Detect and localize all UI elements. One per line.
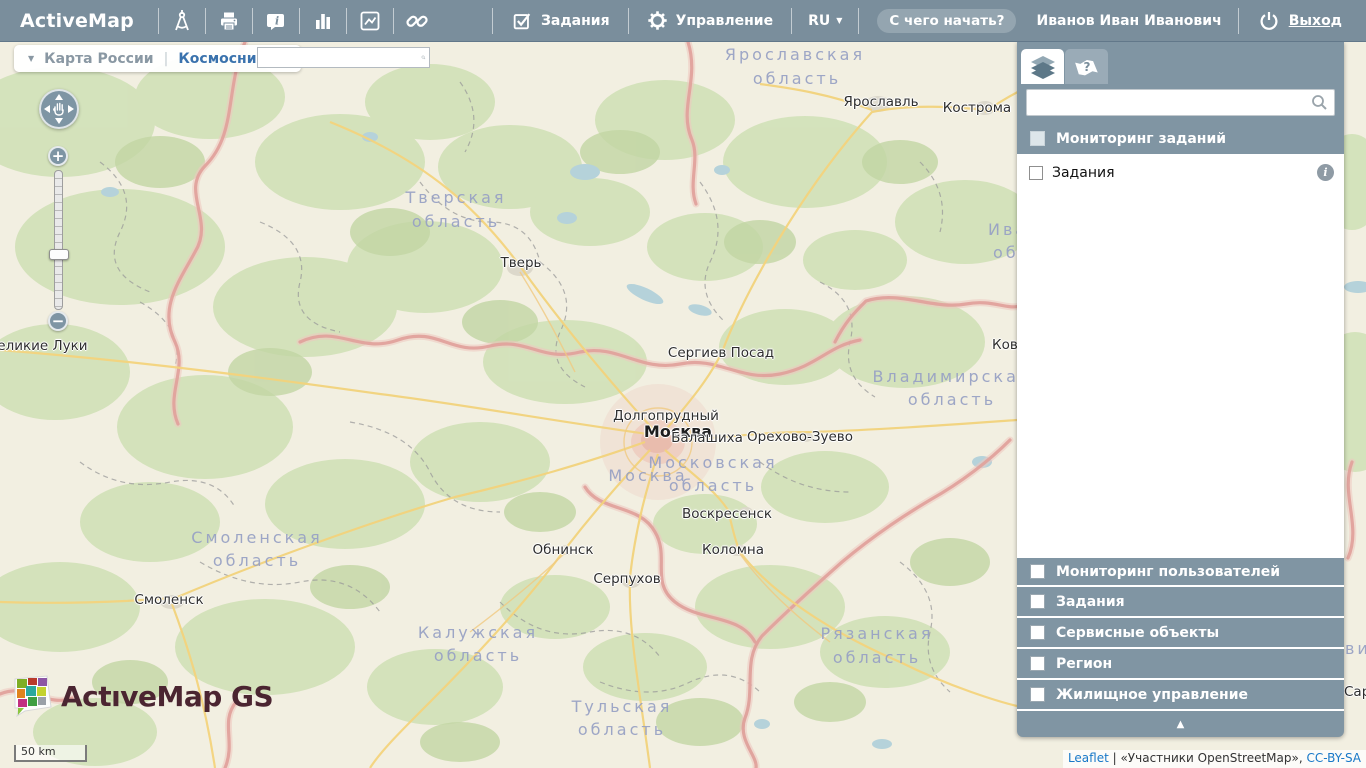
- group-label: Регион: [1056, 656, 1112, 672]
- divider: [628, 8, 629, 34]
- layer-group-header-expanded[interactable]: Мониторинг заданий: [1017, 123, 1344, 154]
- tasks-menu-button[interactable]: Задания: [495, 10, 626, 32]
- language-code: RU: [808, 13, 830, 29]
- top-header: ActiveMap i: [0, 0, 1366, 42]
- layer-group-header[interactable]: Регион: [1017, 649, 1344, 680]
- group-label: Мониторинг пользователей: [1056, 564, 1280, 580]
- layer-group-header[interactable]: Задания: [1017, 587, 1344, 618]
- activemap-gs-wordmark: ActıveMap GS: [61, 680, 273, 713]
- layer-group-header[interactable]: Жилищное управление: [1017, 680, 1344, 711]
- chevron-down-icon[interactable]: ▼: [28, 55, 34, 63]
- divider: [299, 8, 300, 34]
- sidebar-tabbar: ?: [1017, 42, 1344, 84]
- zoom-slider-handle[interactable]: [49, 249, 69, 260]
- divider: [393, 8, 394, 34]
- activemap-gs-logo: ActıveMap GS: [13, 675, 273, 717]
- divider: [346, 8, 347, 34]
- attribution-separator: |: [1109, 751, 1121, 765]
- group-checkbox[interactable]: [1030, 131, 1045, 146]
- group-label: Сервисные объекты: [1056, 625, 1219, 641]
- divider: [492, 8, 493, 34]
- bar-chart-icon: [311, 9, 335, 33]
- gear-icon: [647, 10, 668, 31]
- layer-label: Задания: [1052, 165, 1308, 181]
- group-checkbox[interactable]: [1030, 656, 1045, 671]
- compass-icon: [170, 9, 194, 33]
- layer-checkbox[interactable]: [1029, 166, 1043, 180]
- collapsed-group-list: Мониторинг пользователей Задания Сервисные…: [1017, 556, 1344, 711]
- tasks-menu-label: Задания: [541, 13, 610, 29]
- group-checkbox[interactable]: [1030, 594, 1045, 609]
- printer-icon: [217, 9, 241, 33]
- group-label: Задания: [1056, 594, 1125, 610]
- search-icon: [421, 49, 426, 66]
- divider: [252, 8, 253, 34]
- sidebar-search-wrap: [1017, 84, 1344, 123]
- group-label: Жилищное управление: [1056, 687, 1248, 703]
- info-book-icon: i: [264, 9, 288, 33]
- group-checkbox[interactable]: [1030, 564, 1045, 579]
- print-button[interactable]: [208, 0, 250, 42]
- analytics-button[interactable]: [349, 0, 391, 42]
- layer-group-header[interactable]: Мониторинг пользователей: [1017, 556, 1344, 587]
- layers-sidebar: ? Мониторинг заданий Задания i Мониторин…: [1017, 42, 1344, 737]
- link-icon: [404, 8, 430, 34]
- zoom-slider[interactable]: [54, 170, 63, 310]
- logout-label: Выход: [1289, 13, 1342, 29]
- sidebar-collapse-button[interactable]: ▲: [1017, 711, 1344, 737]
- app-brand: ActiveMap: [0, 10, 156, 32]
- layers-icon: [1030, 55, 1056, 79]
- layer-info-icon[interactable]: i: [1317, 164, 1334, 181]
- share-link-button[interactable]: [396, 0, 438, 42]
- activemap-mosaic-icon: [13, 675, 53, 717]
- divider: [858, 8, 859, 34]
- map-search-box: [257, 47, 430, 68]
- leaflet-link[interactable]: Leaflet: [1068, 751, 1109, 765]
- user-name: Иванов Иван Иванович: [1022, 13, 1235, 29]
- map-search-input[interactable]: [258, 49, 421, 66]
- tab-layers[interactable]: [1021, 49, 1064, 84]
- management-menu-label: Управление: [676, 13, 774, 29]
- layer-search-input[interactable]: [1027, 95, 1310, 110]
- license-link[interactable]: CC-BY-SA: [1306, 751, 1361, 765]
- layer-row[interactable]: Задания i: [1017, 154, 1344, 181]
- zoom-in-button[interactable]: +: [48, 146, 68, 166]
- osm-contributors-text: «Участники OpenStreetMap»,: [1120, 751, 1306, 765]
- legend-icon: ?: [1074, 55, 1100, 79]
- divider: [205, 8, 206, 34]
- question-glyph: ?: [1083, 60, 1090, 74]
- sidebar-search-box: [1026, 89, 1335, 116]
- info-guide-button[interactable]: i: [255, 0, 297, 42]
- divider: [158, 8, 159, 34]
- group-checkbox[interactable]: [1030, 625, 1045, 640]
- reports-button[interactable]: [302, 0, 344, 42]
- management-menu-button[interactable]: Управление: [631, 10, 790, 31]
- search-icon: [1310, 93, 1329, 112]
- group-label: Мониторинг заданий: [1056, 131, 1226, 147]
- map-attribution: Leaflet | «Участники OpenStreetMap», CC-…: [1063, 750, 1366, 768]
- basemap-option-russia[interactable]: Карта России: [44, 51, 153, 67]
- pan-control[interactable]: [39, 89, 79, 129]
- group-checkbox[interactable]: [1030, 687, 1045, 702]
- map-scale-bar: 50 km: [14, 745, 87, 762]
- checkbox-check-icon: [511, 10, 533, 32]
- getting-started-button[interactable]: С чего начать?: [877, 9, 1016, 33]
- chevron-up-icon: ▲: [1177, 719, 1185, 730]
- divider: [791, 8, 792, 34]
- layer-group-header[interactable]: Сервисные объекты: [1017, 618, 1344, 649]
- pan-arrows-hand-icon: [41, 91, 77, 127]
- tab-legend[interactable]: ?: [1065, 49, 1108, 84]
- zoom-out-button[interactable]: −: [48, 311, 68, 331]
- power-icon: [1257, 9, 1281, 33]
- measure-tool-button[interactable]: [161, 0, 203, 42]
- svg-text:i: i: [275, 14, 279, 27]
- layer-list-panel: Задания i: [1017, 154, 1344, 556]
- logout-button[interactable]: Выход: [1241, 9, 1366, 33]
- line-chart-icon: [358, 9, 382, 33]
- divider: [1238, 8, 1239, 34]
- chevron-down-icon: ▼: [836, 17, 842, 25]
- language-selector[interactable]: RU ▼: [794, 13, 856, 29]
- basemap-separator: |: [164, 51, 169, 67]
